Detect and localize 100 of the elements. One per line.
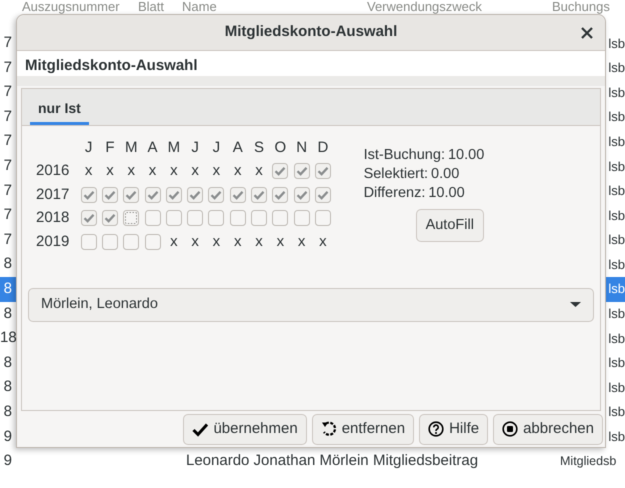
table-cell-text: 7	[2, 230, 12, 250]
checkbox[interactable]	[144, 234, 161, 250]
checkbox[interactable]	[294, 210, 310, 226]
unavailable-mark: x	[255, 161, 263, 181]
month-label: J	[190, 138, 200, 158]
dialog-heading: Mitgliedskonto-Auswahl	[25, 57, 198, 74]
checkbox[interactable]	[208, 210, 224, 226]
checkbox[interactable]	[314, 186, 331, 203]
summary-value: 10.00	[448, 146, 484, 165]
stop-icon	[502, 421, 518, 437]
table-cell-text: Mitgliedsbeitrag	[372, 451, 480, 472]
unavailable-mark: x	[319, 232, 327, 252]
month-label: D	[316, 138, 330, 158]
table-cell-text: lsb	[608, 158, 625, 176]
checkbox[interactable]	[144, 186, 161, 203]
year-label: 2018	[35, 208, 70, 228]
checkbox[interactable]	[80, 234, 97, 250]
checkbox[interactable]	[251, 186, 268, 203]
checkbox[interactable]	[166, 186, 182, 203]
checkbox[interactable]	[314, 210, 331, 226]
table-cell-text: lsb	[608, 34, 625, 53]
table-cell-text: lsb	[608, 428, 625, 446]
autofill-button[interactable]: AutoFill	[416, 209, 484, 242]
window-title: Mitgliedskonto-Auswahl	[224, 22, 398, 42]
table-cell-text: 8	[2, 304, 12, 324]
summary-label: Ist-Buchung:	[364, 146, 445, 165]
table-cell-text: 7	[2, 131, 12, 152]
table-cell-text: lsb	[608, 182, 625, 200]
month-label: J	[212, 138, 222, 158]
checkbox[interactable]	[208, 186, 224, 203]
checkbox[interactable]	[102, 234, 118, 250]
table-cell-text: lsb	[608, 59, 625, 78]
checkbox[interactable]	[123, 210, 140, 226]
table-cell-text: 7	[2, 58, 12, 78]
summary-value: 0.00	[431, 165, 460, 184]
month-label: A	[232, 138, 244, 158]
month-label: S	[253, 138, 266, 158]
checkbox[interactable]	[314, 163, 331, 180]
summary-value: 10.00	[428, 184, 465, 203]
month-label: M	[166, 138, 182, 158]
dialog-button[interactable]: entfernen	[312, 414, 414, 444]
table-cell-text: 9	[2, 451, 12, 472]
table-cell-text: lsb	[608, 378, 625, 397]
table-cell-text: 7	[2, 180, 12, 201]
checkbox[interactable]	[187, 210, 204, 226]
table-cell-text: 8	[2, 254, 12, 274]
table-cell-text: 7	[2, 156, 12, 176]
help-icon	[428, 421, 444, 437]
checkbox[interactable]	[272, 186, 288, 203]
checkbox[interactable]	[102, 186, 118, 203]
table-cell-text: 8	[2, 402, 12, 422]
dialog-button[interactable]: übernehmen	[183, 414, 307, 444]
dialog-button[interactable]: abbrechen	[493, 414, 603, 444]
checkbox[interactable]	[294, 163, 310, 180]
unavailable-mark: x	[170, 232, 178, 252]
dropdown-value: Mörlein, Leonardo	[41, 294, 158, 314]
table-cell-text: lsb	[608, 330, 625, 348]
undo-icon	[320, 421, 337, 437]
unavailable-mark: x	[298, 232, 306, 252]
member-dropdown[interactable]: Mörlein, Leonardo	[28, 288, 594, 322]
table-cell-text: 7	[2, 82, 12, 102]
tab[interactable]: nur Ist	[30, 89, 89, 125]
month-label: J	[84, 138, 94, 158]
year-label: 2019	[35, 232, 70, 252]
checkbox[interactable]	[272, 163, 288, 180]
checkbox[interactable]	[123, 186, 140, 203]
table-cell-text: lsb	[608, 84, 625, 102]
checkbox[interactable]	[251, 210, 268, 226]
table-cell-text: 9	[2, 426, 12, 447]
checkbox[interactable]	[80, 186, 97, 203]
month-label: N	[295, 138, 308, 158]
unavailable-mark: x	[170, 161, 178, 181]
table-cell-text: 7	[2, 205, 12, 226]
month-label: F	[104, 138, 116, 158]
dialog-button[interactable]: Hilfe	[419, 414, 488, 444]
table-cell-text: 7	[2, 33, 12, 54]
unavailable-mark: x	[106, 161, 114, 181]
checkbox[interactable]	[294, 186, 310, 203]
checkbox[interactable]	[230, 186, 246, 203]
table-cell-text: lsb	[608, 354, 625, 372]
table-cell-text: lsb	[608, 206, 625, 225]
dropdown-arrow-icon	[570, 302, 581, 307]
unavailable-mark: x	[148, 161, 156, 181]
checkbox[interactable]	[144, 210, 161, 226]
month-label: A	[146, 138, 159, 158]
summary-label: Selektiert:	[364, 165, 428, 184]
checkbox[interactable]	[80, 210, 97, 226]
table-cell-text: lsb	[608, 132, 625, 151]
table-cell-text: lsb	[608, 256, 625, 274]
close-icon[interactable]	[581, 27, 593, 39]
checkbox[interactable]	[102, 210, 118, 226]
year-label: 2017	[35, 184, 70, 204]
checkbox[interactable]	[123, 234, 140, 250]
checkbox[interactable]	[230, 210, 246, 226]
summary-label: Differenz:	[364, 184, 426, 203]
unavailable-mark: x	[234, 232, 242, 252]
unavailable-mark: x	[84, 161, 92, 181]
checkbox[interactable]	[187, 186, 204, 203]
checkbox[interactable]	[166, 210, 182, 226]
checkbox[interactable]	[272, 210, 288, 226]
